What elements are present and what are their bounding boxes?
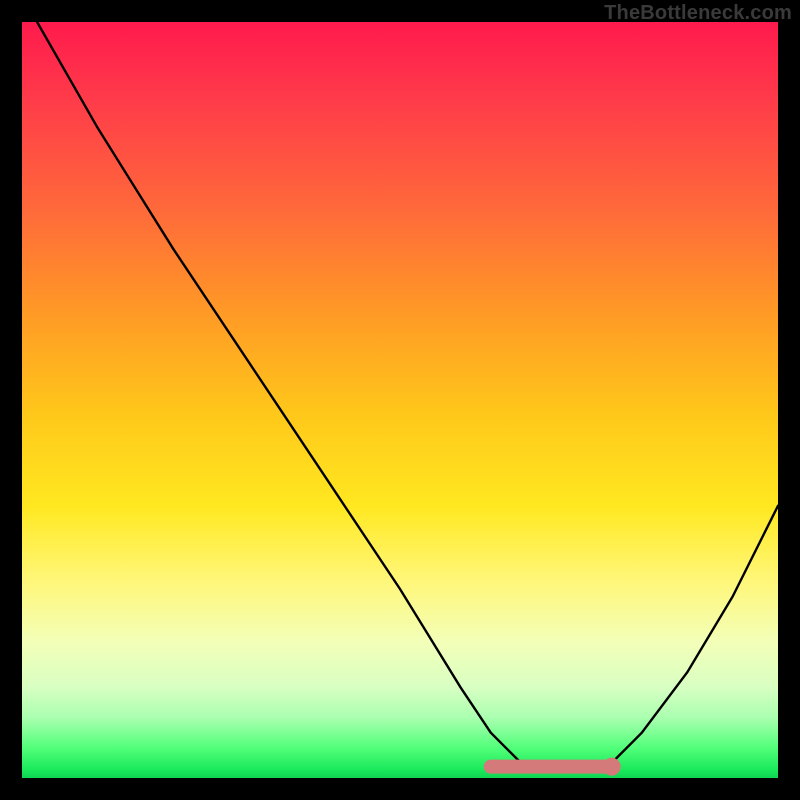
watermark-text: TheBottleneck.com: [604, 2, 792, 25]
plot-area: [22, 22, 778, 778]
bottleneck-curve: [37, 22, 778, 770]
optimal-point-dot: [603, 758, 621, 776]
chart-overlay: [22, 22, 778, 778]
chart-container: TheBottleneck.com: [0, 0, 800, 800]
